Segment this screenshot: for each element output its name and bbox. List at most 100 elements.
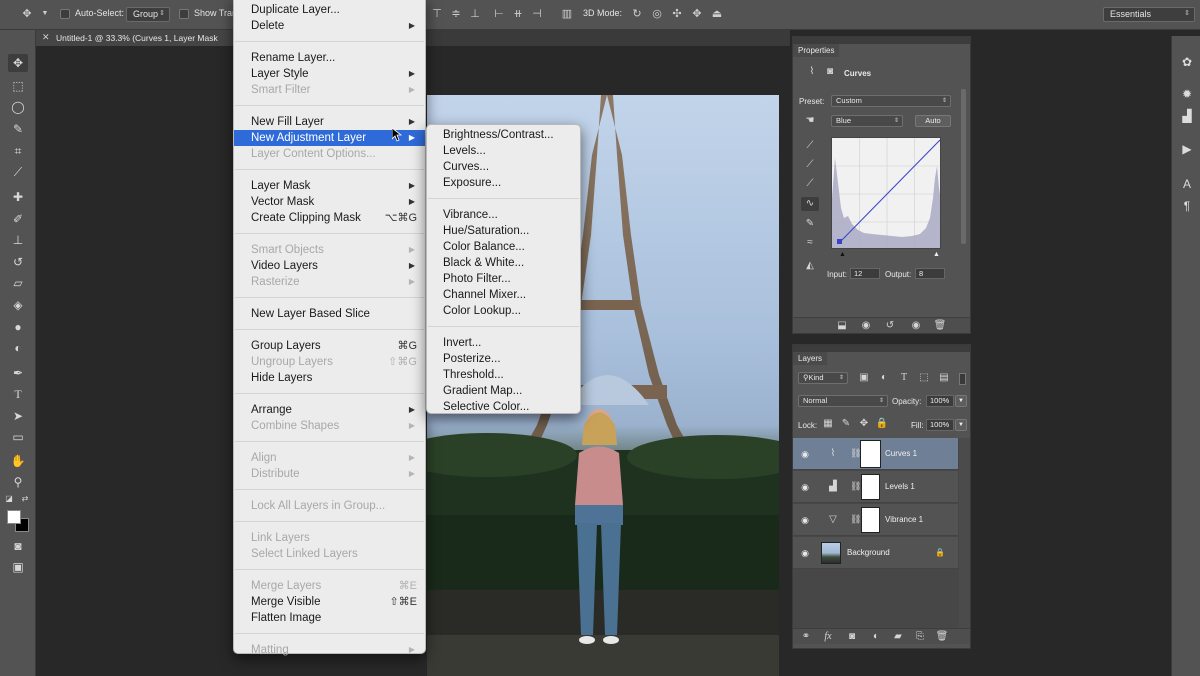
submenu-item-vibrance[interactable]: Vibrance... bbox=[427, 207, 580, 223]
crop-icon[interactable]: ⌗ bbox=[8, 142, 28, 160]
dodge-icon[interactable]: ◐ bbox=[8, 339, 28, 357]
menu-item-duplicate-layer[interactable]: Duplicate Layer... bbox=[234, 2, 425, 18]
histogram-icon[interactable]: ▟ bbox=[1179, 108, 1195, 124]
auto-button[interactable]: Auto bbox=[915, 115, 951, 127]
show-transform-checkbox[interactable] bbox=[179, 9, 189, 19]
3d-roll-icon[interactable]: ◎ bbox=[650, 7, 664, 21]
layer-mask-thumbnail[interactable] bbox=[861, 507, 880, 533]
new-group-folder-icon[interactable]: ▰ bbox=[891, 630, 905, 644]
submenu-item-selective-color[interactable]: Selective Color... bbox=[427, 399, 580, 415]
adjustments-sun-icon[interactable]: ✹ bbox=[1179, 86, 1195, 102]
white-slider-icon[interactable]: ▲ bbox=[933, 251, 940, 258]
menu-item-hide-layers[interactable]: Hide Layers bbox=[234, 370, 425, 386]
foreground-color-swatch[interactable] bbox=[7, 510, 21, 524]
quick-selection-icon[interactable]: ✎ bbox=[8, 120, 28, 138]
pen-icon[interactable]: ✒ bbox=[8, 364, 28, 382]
layer-row-background[interactable]: ◉ Background 🔒 bbox=[793, 537, 958, 569]
fill-field[interactable]: 100% bbox=[926, 419, 954, 431]
auto-select-checkbox[interactable] bbox=[60, 9, 70, 19]
submenu-item-invert[interactable]: Invert... bbox=[427, 335, 580, 351]
curves-graph[interactable] bbox=[831, 137, 941, 249]
menu-item-arrange[interactable]: Arrange ▶ bbox=[234, 402, 425, 418]
default-colors-icon[interactable]: ◪ bbox=[4, 490, 14, 508]
submenu-item-channel-mixer[interactable]: Channel Mixer... bbox=[427, 287, 580, 303]
workspace-switcher[interactable]: Essentials ⇕ bbox=[1103, 7, 1195, 22]
align-bottom-icon[interactable]: ⊥ bbox=[468, 7, 482, 21]
edit-points-curve-icon[interactable]: ∿ bbox=[801, 197, 819, 211]
screen-mode-icon[interactable]: ▣ bbox=[8, 558, 28, 576]
eraser-icon[interactable]: ▱ bbox=[8, 274, 28, 292]
align-top-icon[interactable]: ⊤ bbox=[430, 7, 444, 21]
3d-rotate-icon[interactable]: ↻ bbox=[630, 7, 644, 21]
sample-gray-point-icon[interactable]: ⟋ bbox=[803, 158, 817, 172]
layer-mask-icon[interactable]: ◙ bbox=[823, 65, 837, 79]
submenu-item-color-lookup[interactable]: Color Lookup... bbox=[427, 303, 580, 319]
link-layers-icon[interactable]: ⚭ bbox=[799, 630, 813, 644]
visibility-eye-icon[interactable]: ◉ bbox=[799, 448, 811, 460]
properties-scrollbar[interactable] bbox=[961, 89, 966, 244]
3d-drag-icon[interactable]: ✣ bbox=[670, 7, 684, 21]
auto-select-target-dropdown[interactable]: Group ⇕ bbox=[126, 7, 170, 22]
menu-item-create-clipping-mask[interactable]: Create Clipping Mask ⌥⌘G bbox=[234, 210, 425, 226]
new-adjustment-icon[interactable]: ◐ bbox=[869, 630, 883, 644]
layer-row-levels-1[interactable]: ◉ ▟ ⛓ Levels 1 bbox=[793, 471, 958, 503]
quick-mask-icon[interactable]: ◙ bbox=[8, 537, 28, 555]
reset-icon[interactable]: ↺ bbox=[883, 319, 897, 333]
black-slider-icon[interactable]: ▲ bbox=[839, 251, 846, 258]
submenu-item-hue-saturation[interactable]: Hue/Saturation... bbox=[427, 223, 580, 239]
play-actions-icon[interactable]: ▶ bbox=[1179, 141, 1195, 157]
opacity-field[interactable]: 100% bbox=[926, 395, 954, 407]
add-mask-icon[interactable]: ◙ bbox=[845, 630, 859, 644]
color-wheel-icon[interactable]: ✿ bbox=[1179, 54, 1195, 70]
sample-white-point-icon[interactable]: ⟋ bbox=[803, 177, 817, 191]
align-horizontal-center-icon[interactable]: ⧺ bbox=[511, 7, 525, 21]
align-right-icon[interactable]: ⊣ bbox=[530, 7, 544, 21]
draw-curve-pencil-icon[interactable]: ✎ bbox=[803, 217, 817, 231]
clipping-warning-icon[interactable]: ◭ bbox=[803, 259, 817, 273]
fill-slider-toggle[interactable]: ▼ bbox=[955, 419, 967, 431]
3d-scale-icon[interactable]: ⏏ bbox=[710, 7, 724, 21]
menu-item-group-layers[interactable]: Group Layers ⌘G bbox=[234, 338, 425, 354]
preset-dropdown[interactable]: Custom ⇕ bbox=[831, 95, 951, 107]
layer-mask-thumbnail[interactable] bbox=[861, 474, 880, 500]
menu-item-new-layer-based-slice[interactable]: New Layer Based Slice bbox=[234, 306, 425, 322]
layer-mask-thumbnail[interactable] bbox=[860, 440, 881, 468]
new-layer-icon[interactable]: ⎘ bbox=[913, 630, 927, 644]
layers-tab[interactable]: Layers bbox=[793, 352, 828, 365]
lock-image-pixels-icon[interactable]: ✎ bbox=[839, 417, 853, 431]
eyedropper-icon[interactable]: ⟋ bbox=[8, 163, 28, 181]
view-previous-state-icon[interactable]: ◉ bbox=[859, 319, 873, 333]
blur-icon[interactable]: ● bbox=[8, 318, 28, 336]
filter-smart-object-icon[interactable]: ▤ bbox=[937, 371, 951, 385]
filter-shape-icon[interactable]: ⬚ bbox=[917, 371, 931, 385]
close-icon[interactable]: ✕ bbox=[42, 32, 50, 43]
layer-filter-dropdown[interactable]: ⚲Kind ⇕ bbox=[798, 372, 848, 384]
lasso-icon[interactable]: ◯ bbox=[8, 98, 28, 116]
menu-item-layer-style[interactable]: Layer Style ▶ bbox=[234, 66, 425, 82]
smooth-curve-icon[interactable]: ≈ bbox=[803, 236, 817, 250]
chevron-down-icon[interactable]: ▼ bbox=[38, 7, 52, 21]
filter-adjustment-icon[interactable]: ◐ bbox=[877, 371, 891, 385]
layer-style-fx-icon[interactable]: fx bbox=[821, 630, 835, 644]
history-brush-icon[interactable]: ↺ bbox=[8, 253, 28, 271]
submenu-item-exposure[interactable]: Exposure... bbox=[427, 175, 580, 191]
trash-icon[interactable]: 🗑 bbox=[935, 630, 949, 644]
3d-slide-icon[interactable]: ✥ bbox=[690, 7, 704, 21]
submenu-item-levels[interactable]: Levels... bbox=[427, 143, 580, 159]
menu-item-layer-mask[interactable]: Layer Mask ▶ bbox=[234, 178, 425, 194]
submenu-item-photo-filter[interactable]: Photo Filter... bbox=[427, 271, 580, 287]
healing-brush-icon[interactable]: ✚ bbox=[8, 188, 28, 206]
visibility-eye-icon[interactable]: ◉ bbox=[799, 547, 811, 559]
character-icon[interactable]: A bbox=[1179, 176, 1195, 192]
output-field[interactable]: 8 bbox=[915, 268, 945, 279]
submenu-item-threshold[interactable]: Threshold... bbox=[427, 367, 580, 383]
menu-item-rename-layer[interactable]: Rename Layer... bbox=[234, 50, 425, 66]
submenu-item-posterize[interactable]: Posterize... bbox=[427, 351, 580, 367]
swap-colors-icon[interactable]: ⇄ bbox=[20, 490, 30, 508]
layer-row-curves-1[interactable]: ◉ ⌇ ⛓ Curves 1 bbox=[793, 438, 958, 470]
menu-item-vector-mask[interactable]: Vector Mask ▶ bbox=[234, 194, 425, 210]
hand-icon[interactable]: ✋ bbox=[8, 452, 28, 470]
chain-link-icon[interactable]: ⛓ bbox=[850, 448, 861, 459]
layer-row-vibrance-1[interactable]: ◉ ▽ ⛓ Vibrance 1 bbox=[793, 504, 958, 536]
rectangle-shape-icon[interactable]: ▭ bbox=[8, 428, 28, 446]
